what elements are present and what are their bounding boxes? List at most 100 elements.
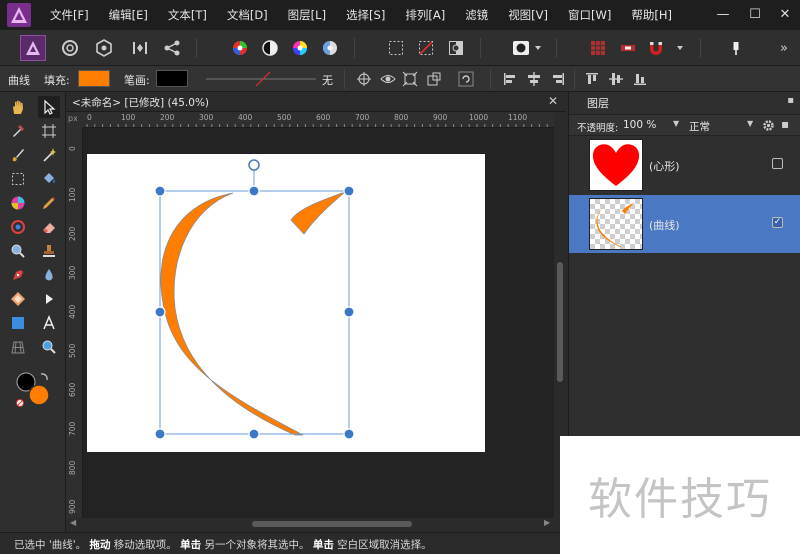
marquee-tool[interactable]	[7, 168, 29, 190]
grid-button[interactable]	[586, 36, 610, 60]
rectangle-tool[interactable]	[7, 312, 29, 334]
resize-handle-top[interactable]	[248, 185, 260, 197]
erase-tool[interactable]	[38, 216, 60, 238]
menu-text[interactable]: 文本[T]	[168, 7, 207, 23]
mesh-tool[interactable]	[7, 336, 29, 358]
panel-overflow-icon[interactable]: ▪	[781, 117, 789, 131]
resize-handle-bottom-left[interactable]	[154, 428, 166, 440]
export-persona-button[interactable]	[92, 36, 116, 60]
fill-stroke-color-selector[interactable]	[14, 370, 54, 410]
shape-morph-button[interactable]	[128, 36, 152, 60]
panel-menu-icon[interactable]: ▪	[787, 95, 794, 106]
align-left-icon[interactable]	[502, 71, 518, 87]
menu-window[interactable]: 窗口[W]	[568, 7, 611, 23]
color-picker-tool[interactable]	[7, 120, 29, 142]
artboard-tool[interactable]	[38, 120, 60, 142]
quick-mask-button[interactable]	[510, 36, 542, 60]
menu-edit[interactable]: 编辑[E]	[109, 7, 148, 23]
zoom-tool[interactable]	[7, 240, 29, 262]
crosshair-icon[interactable]	[356, 71, 372, 87]
contrast-button[interactable]	[258, 36, 282, 60]
menu-view[interactable]: 视图[V]	[508, 7, 548, 23]
pencil-tool[interactable]	[38, 192, 60, 214]
stroke-width-slider[interactable]	[204, 71, 318, 87]
minimize-button[interactable]: —	[712, 4, 734, 24]
pen-tool[interactable]	[7, 264, 29, 286]
maximize-button[interactable]: ☐	[744, 4, 766, 24]
scroll-left-arrow-icon[interactable]: ◀	[70, 518, 76, 527]
resize-handle-bottom-right[interactable]	[343, 428, 355, 440]
opacity-dropdown-icon[interactable]: ▼	[673, 119, 679, 128]
eye-icon[interactable]	[380, 71, 396, 87]
stamp-tool[interactable]	[38, 240, 60, 262]
gear-icon[interactable]	[762, 119, 775, 132]
resize-handle-bottom[interactable]	[248, 428, 260, 440]
color-wheel-tool[interactable]	[7, 192, 29, 214]
layer-row-curve[interactable]: (曲线) ✓	[569, 195, 800, 253]
fill-color-swatch[interactable]	[78, 70, 110, 87]
close-document-button[interactable]: ✕	[548, 94, 558, 108]
vertical-scroll-thumb[interactable]	[557, 262, 563, 382]
white-balance-button[interactable]	[318, 36, 342, 60]
hue-button[interactable]	[288, 36, 312, 60]
move-tool[interactable]	[38, 96, 60, 118]
menu-select[interactable]: 选择[S]	[346, 7, 385, 23]
align-middle-icon[interactable]	[608, 71, 624, 87]
blend-mode-select[interactable]: 正常	[689, 119, 710, 134]
layers-tab[interactable]: 图层	[587, 95, 609, 111]
gradient-tool[interactable]	[7, 216, 29, 238]
align-center-icon[interactable]	[526, 71, 542, 87]
document-tab[interactable]: <未命名> [已修改] (45.0%)	[72, 95, 209, 110]
menu-file[interactable]: 文件[F]	[50, 7, 89, 23]
snapping-button[interactable]	[616, 36, 640, 60]
align-bottom-icon[interactable]	[632, 71, 648, 87]
resize-handle-top-left[interactable]	[154, 185, 166, 197]
opacity-value[interactable]: 100 %	[623, 119, 656, 131]
close-window-button[interactable]: ✕	[774, 4, 796, 24]
resize-handle-top-right[interactable]	[343, 185, 355, 197]
magnet-snapping-button[interactable]	[646, 36, 686, 60]
deselect-button[interactable]	[414, 36, 438, 60]
blend-mode-dropdown-icon[interactable]: ▼	[747, 119, 753, 128]
invert-selection-button[interactable]	[444, 36, 468, 60]
menu-arrange[interactable]: 排列[A]	[405, 7, 445, 23]
resize-handle-left[interactable]	[154, 306, 166, 318]
horizontal-scroll-thumb[interactable]	[252, 521, 412, 527]
shape-tool[interactable]	[7, 288, 29, 310]
node-tool[interactable]	[38, 144, 60, 166]
stroke-color-swatch[interactable]	[156, 70, 188, 87]
curve-shape[interactable]	[160, 191, 346, 436]
align-top-icon[interactable]	[584, 71, 600, 87]
transform-icon[interactable]	[402, 71, 418, 87]
resize-handle-right[interactable]	[343, 306, 355, 318]
share-button[interactable]	[160, 36, 184, 60]
scroll-right-arrow-icon[interactable]: ▶	[544, 518, 550, 527]
rotate-icon[interactable]	[458, 71, 474, 87]
pixel-persona-button[interactable]	[58, 36, 82, 60]
rotation-handle[interactable]	[248, 159, 260, 171]
align-right-icon[interactable]	[550, 71, 566, 87]
text-tool[interactable]	[38, 312, 60, 334]
bounding-box-icon[interactable]	[426, 71, 442, 87]
designer-persona-button[interactable]	[20, 35, 46, 61]
layer-visibility-checkbox[interactable]: ✓	[772, 217, 783, 228]
horizontal-scrollbar[interactable]: ◀ ▶	[66, 518, 566, 530]
menu-layer[interactable]: 图层[L]	[288, 7, 326, 23]
menu-document[interactable]: 文档[D]	[227, 7, 268, 23]
affinity-designer-logo-icon[interactable]	[6, 2, 32, 28]
fill-tool[interactable]	[38, 168, 60, 190]
marquee-button[interactable]	[384, 36, 408, 60]
hand-tool[interactable]	[7, 96, 29, 118]
menu-filters[interactable]: 滤镜	[465, 7, 488, 23]
color-wheel-button[interactable]	[228, 36, 252, 60]
toolbar-overflow-button[interactable]: »	[776, 36, 792, 60]
layer-visibility-checkbox[interactable]	[772, 158, 783, 169]
layer-row-heart[interactable]: (心形)	[569, 136, 800, 194]
view-zoom-tool[interactable]	[38, 336, 60, 358]
canvas-area[interactable]	[83, 128, 554, 518]
pin-button[interactable]	[724, 36, 748, 60]
node-select-tool[interactable]	[38, 288, 60, 310]
blur-tool[interactable]	[38, 264, 60, 286]
paint-brush-tool[interactable]	[7, 144, 29, 166]
menu-help[interactable]: 帮助[H]	[631, 7, 672, 23]
